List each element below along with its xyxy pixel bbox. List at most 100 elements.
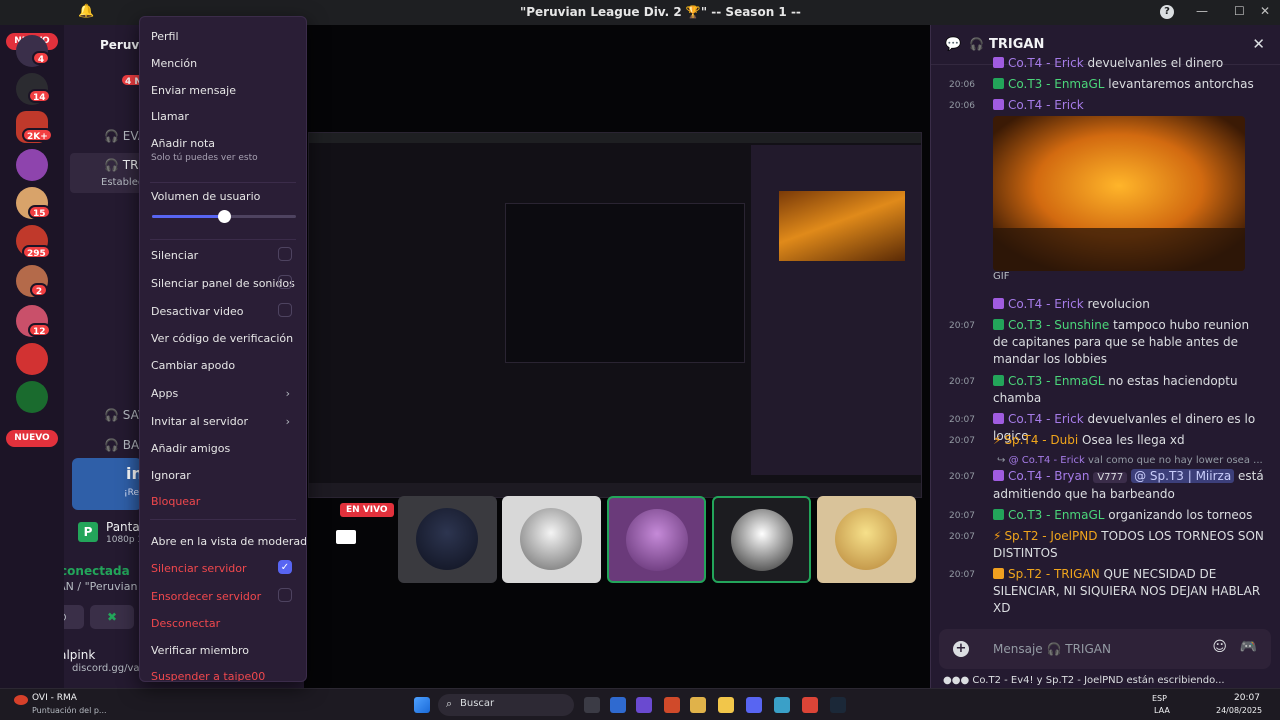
menu-item-server-mute[interactable]: Silenciar servidor ✓ — [151, 560, 296, 575]
reply-reference[interactable]: ↪ @ Co.T4 - Erick val como que no hay lo… — [949, 452, 1267, 469]
steam-icon[interactable] — [830, 697, 846, 713]
stop-stream-icon[interactable]: ✖ — [90, 605, 134, 629]
clock-time[interactable]: 20:07 — [1234, 693, 1260, 703]
gif-image[interactable] — [993, 116, 1245, 271]
server-icon[interactable] — [16, 343, 48, 375]
promo-card[interactable]: inZOI ¡Recompensa dispo — [72, 458, 212, 510]
language-indicator[interactable]: ESP — [1152, 694, 1167, 703]
menu-item-add-note[interactable]: Añadir nota Solo tú puedes ver esto — [151, 137, 296, 163]
server-icon[interactable] — [16, 381, 48, 413]
menu-item-apps[interactable]: Apps › — [151, 387, 296, 400]
participant-tile[interactable] — [712, 496, 811, 583]
menu-item-verification-code[interactable]: Ver código de verificación — [151, 332, 296, 345]
taskbar-search[interactable]: ⌕ Buscar — [438, 694, 574, 716]
menu-item-change-nickname[interactable]: Cambiar apodo — [151, 359, 296, 372]
emoji-icon[interactable]: ☺ — [1212, 639, 1227, 655]
file-explorer-icon[interactable] — [718, 697, 734, 713]
crowd-torches-gif — [993, 116, 1245, 271]
message-author[interactable]: Sp.T2 - TRIGAN — [1008, 567, 1100, 581]
camera-off-icon[interactable]: ⊘ — [64, 605, 84, 629]
server-rail: NUEVO 4 14 2K+ 15 295 2 12 NUEVO — [0, 25, 64, 688]
user-mention[interactable]: @ Sp.T3 | Miirza — [1131, 469, 1235, 483]
message-author[interactable]: Co.T3 - EnmaGL — [1008, 508, 1104, 522]
menu-item-mute-soundboard[interactable]: Silenciar panel de sonidos — [151, 275, 296, 290]
app-icon[interactable] — [636, 697, 652, 713]
gamepad-icon[interactable]: 🎮 — [1240, 639, 1257, 655]
participant-tile[interactable] — [398, 496, 497, 583]
server-deafen-checkbox[interactable] — [278, 588, 292, 602]
chat-bubble-icon: 💬 — [945, 37, 962, 52]
menu-item-disable-video[interactable]: Desactivar video — [151, 303, 296, 318]
role-square-icon — [993, 375, 1004, 386]
volume-slider-knob[interactable] — [218, 210, 231, 223]
participant-tile[interactable] — [607, 496, 706, 583]
message-author[interactable]: Co.T3 - Sunshine — [1008, 318, 1109, 332]
menu-item-mention[interactable]: Mención — [151, 57, 296, 70]
app-icon[interactable] — [690, 697, 706, 713]
menu-item-profile[interactable]: Perfil — [151, 30, 296, 43]
widget-title[interactable]: OVI - RMA — [32, 693, 77, 703]
mute-checkbox[interactable] — [278, 247, 292, 261]
server-name[interactable]: Peruv — [100, 38, 139, 52]
message-input[interactable]: Mensaje 🎧 TRIGAN — [993, 642, 1111, 656]
chat-message: Co.T4 - Erick devuelvanles el dinero — [949, 55, 1267, 72]
message-author[interactable]: Co.T4 - Erick — [1008, 98, 1084, 112]
message-author[interactable]: Sp.T4 - Dubi — [1004, 433, 1078, 447]
start-icon[interactable] — [414, 697, 430, 713]
app-icon[interactable] — [610, 697, 626, 713]
close-window-icon[interactable]: ✕ — [1260, 4, 1270, 18]
message-author[interactable]: Co.T4 - Bryan — [1008, 469, 1089, 483]
stream-view[interactable]: EN VIVO — [304, 25, 930, 688]
message-author[interactable]: Co.T4 - Erick — [1008, 412, 1084, 426]
mute-soundboard-checkbox[interactable] — [278, 275, 292, 289]
menu-item-verify-member[interactable]: Verificar miembro — [151, 644, 296, 657]
menu-item-block[interactable]: Bloquear — [151, 495, 296, 508]
inbox-bell-icon[interactable]: 🔔 — [78, 4, 94, 19]
menu-item-add-friend[interactable]: Añadir amigos — [151, 442, 296, 455]
reply-text: val como que no hay lower osea ... — [1087, 455, 1263, 466]
discord-icon[interactable] — [746, 697, 762, 713]
server-mute-checkbox[interactable]: ✓ — [278, 560, 292, 574]
chat-message: 20:07 Co.T4 - Bryan V777 @ Sp.T3 | Miirza… — [949, 468, 1267, 503]
lightning-icon: ⚡ — [993, 433, 1002, 447]
participant-tile[interactable] — [817, 496, 916, 583]
menu-item-send-message[interactable]: Enviar mensaje — [151, 84, 296, 97]
chrome-icon[interactable] — [802, 697, 818, 713]
message-author[interactable]: Co.T4 - Erick — [1008, 56, 1084, 70]
app-icon[interactable] — [664, 697, 680, 713]
disable-video-checkbox[interactable] — [278, 303, 292, 317]
weather-widget-icon[interactable] — [14, 695, 28, 705]
voice-user[interactable]: 🎧 BAI — [104, 438, 143, 452]
browser-icon[interactable] — [774, 697, 790, 713]
message-author[interactable]: Co.T3 - EnmaGL — [1008, 374, 1104, 388]
voice-user[interactable]: 🎧 TRI — [104, 158, 142, 172]
message-composer[interactable]: + Mensaje 🎧 TRIGAN ☺ 🎮 — [939, 629, 1271, 669]
minimize-icon[interactable]: — — [1196, 4, 1208, 18]
role-square-icon — [993, 319, 1004, 330]
message-author[interactable]: Co.T3 - EnmaGL — [1008, 77, 1104, 91]
message-author[interactable]: Sp.T2 - JoelPND — [1004, 529, 1097, 543]
message-text: revolucion — [1087, 297, 1150, 311]
menu-item-disconnect[interactable]: Desconectar — [151, 617, 296, 630]
maximize-icon[interactable]: ☐ — [1234, 4, 1245, 18]
voice-channel[interactable]: TRIGAN / "Peruvian l — [64, 580, 144, 593]
menu-item-server-deafen[interactable]: Ensordecer servidor — [151, 588, 296, 603]
chat-message: 20:07 Co.T3 - EnmaGL organizando los torn… — [949, 507, 1267, 524]
menu-item-call[interactable]: Llamar — [151, 110, 296, 123]
volume-slider[interactable] — [152, 210, 296, 223]
menu-item-invite[interactable]: Invitar al servidor › — [151, 415, 296, 428]
server-badge: 12 — [28, 323, 51, 337]
menu-item-timeout[interactable]: Suspender a taipe00 — [151, 670, 296, 681]
menu-item-ignore[interactable]: Ignorar — [151, 469, 296, 482]
menu-item-mod-view[interactable]: Abre en la vista de moderador — [151, 535, 306, 548]
voice-user-sub: Establec — [101, 177, 144, 188]
server-icon[interactable] — [16, 149, 48, 181]
close-chat-icon[interactable]: ✕ — [1252, 35, 1265, 53]
help-icon[interactable]: ? — [1160, 5, 1174, 19]
add-attachment-icon[interactable]: + — [953, 641, 969, 657]
task-view-icon[interactable] — [584, 697, 600, 713]
message-author[interactable]: Co.T4 - Erick — [1008, 297, 1084, 311]
participant-tile[interactable] — [502, 496, 601, 583]
headphones-icon: 🎧 — [104, 408, 123, 422]
menu-item-mute[interactable]: Silenciar — [151, 247, 296, 262]
